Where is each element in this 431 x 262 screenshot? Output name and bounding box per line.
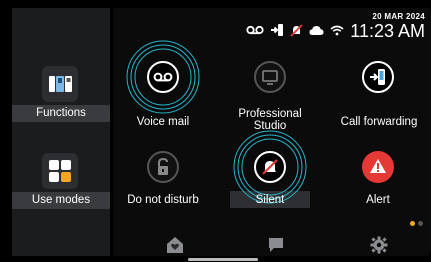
wifi-icon — [330, 25, 344, 36]
status-bar: 20 MAR 2024 11:23 AM — [246, 10, 425, 42]
sidebar-item-label: Functions — [12, 105, 110, 122]
silent-icon — [254, 151, 286, 183]
home-indicator-bar[interactable] — [188, 258, 258, 261]
tile-label: Voice mail — [136, 116, 190, 128]
tile-label: Do not disturb — [127, 194, 199, 206]
nav-home[interactable] — [166, 236, 184, 259]
status-time: 11:23 AM — [350, 20, 425, 41]
chat-icon — [267, 238, 285, 258]
settings-icon — [370, 236, 388, 258]
silent-icon — [290, 23, 303, 37]
page-dot-active — [410, 221, 415, 226]
monitor-icon — [254, 61, 286, 93]
status-icons — [246, 23, 344, 37]
call-forwarding-icon — [270, 23, 284, 37]
tile-label: Call forwarding — [340, 116, 418, 128]
alert-icon — [362, 151, 394, 183]
voicemail-icon — [147, 61, 179, 93]
sidebar-item-label: Use modes — [12, 192, 110, 209]
call-forwarding-icon — [362, 61, 394, 93]
sidebar — [12, 8, 110, 256]
nav-chat[interactable] — [267, 236, 285, 259]
status-date: 20 MAR 2024 — [372, 11, 425, 21]
device-screen: 20 MAR 2024 11:23 AM Functions Use modes… — [0, 0, 431, 262]
lock-icon — [147, 151, 179, 183]
cloud-icon — [309, 25, 324, 36]
page-indicator — [410, 221, 423, 226]
tile-label: Silent — [255, 194, 285, 206]
use-modes-icon — [42, 153, 78, 189]
functions-icon — [42, 66, 78, 102]
home-icon — [166, 237, 184, 258]
tile-label-line1: Professional — [238, 108, 302, 120]
nav-settings[interactable] — [370, 236, 388, 259]
datetime: 20 MAR 2024 11:23 AM — [350, 12, 425, 41]
page-dot — [418, 221, 423, 226]
tile-label: Alert — [366, 194, 390, 206]
voicemail-icon — [246, 25, 264, 35]
